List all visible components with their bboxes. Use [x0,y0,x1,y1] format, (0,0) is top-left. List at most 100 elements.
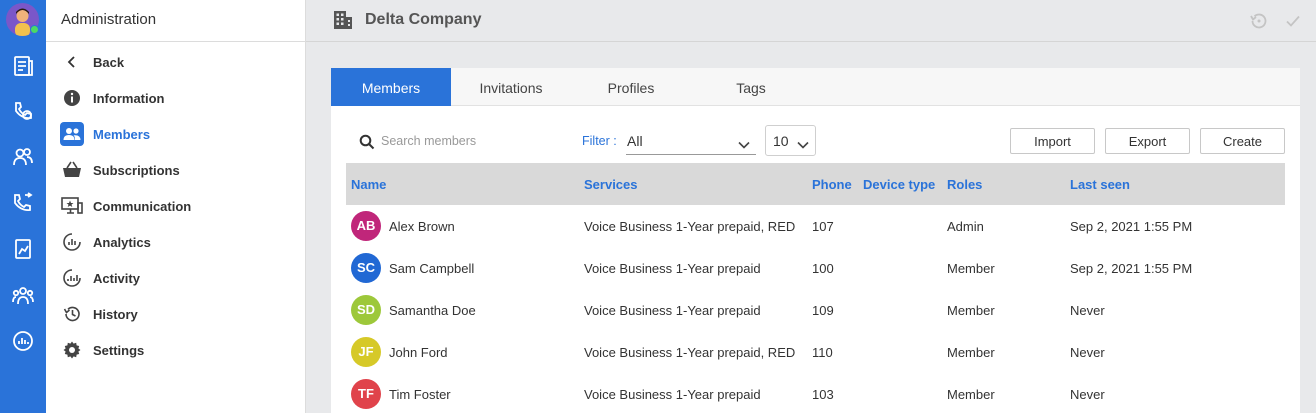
sidebar-item-activity[interactable]: Activity [60,265,300,291]
members-panel: Members Invitations Profiles Tags Filter… [331,68,1300,413]
gear-icon [60,338,84,362]
sidebar-item-label: Members [93,126,151,142]
news-icon[interactable] [11,54,35,78]
column-header-device-type[interactable]: Device type [863,177,935,192]
member-services: Voice Business 1-Year prepaid [584,261,761,276]
member-phone: 109 [812,303,834,318]
member-services: Voice Business 1-Year prepaid [584,303,761,318]
member-last-seen: Never [1070,345,1105,360]
column-header-services[interactable]: Services [584,177,638,192]
member-services: Voice Business 1-Year prepaid, RED [584,345,796,360]
member-role: Admin [947,219,984,234]
sidebar-item-communication[interactable]: Communication [60,193,300,219]
sidebar-item-label: Subscriptions [93,162,180,178]
tab-profiles[interactable]: Profiles [571,68,691,106]
member-role: Member [947,261,995,276]
create-button[interactable]: Create [1200,128,1285,154]
search-input[interactable] [381,130,561,152]
building-icon [332,9,354,31]
sidebar-item-label: Communication [93,198,192,214]
sidebar-item-label: History [93,306,138,322]
member-role: Member [947,345,995,360]
filter-select[interactable]: All [626,126,756,155]
sidebar-item-label: Information [93,90,165,106]
column-header-phone[interactable]: Phone [812,177,852,192]
report-icon[interactable] [11,237,35,261]
member-name: Tim Foster [389,387,451,402]
users-icon[interactable] [11,145,35,169]
page-size-value: 10 [773,133,789,149]
sidebar-item-analytics[interactable]: Analytics [60,229,300,255]
sidebar-item-members[interactable]: Members [60,121,300,147]
monitor-star-icon [60,194,84,218]
member-name: Alex Brown [389,219,455,234]
page-header: Delta Company [306,0,1316,42]
table-row[interactable]: SD Samantha Doe Voice Business 1-Year prep… [346,289,1285,331]
sidebar-item-label: Back [93,54,125,70]
filter-label: Filter : [582,134,617,148]
analytics-icon [60,230,84,254]
tab-invitations[interactable]: Invitations [451,68,571,106]
sidebar-item-history[interactable]: History [60,301,300,327]
member-last-seen: Never [1070,387,1105,402]
table-row[interactable]: JF John Ford Voice Business 1-Year prepaid… [346,331,1285,373]
member-name: Samantha Doe [389,303,476,318]
column-header-name[interactable]: Name [351,177,386,192]
tab-bar: Members Invitations Profiles Tags [331,68,1300,106]
member-last-seen: Never [1070,303,1105,318]
member-avatar: JF [351,337,381,367]
info-icon [60,86,84,110]
page-title: Delta Company [365,11,482,28]
tab-members[interactable]: Members [331,68,451,106]
table-row[interactable]: AB Alex Brown Voice Business 1-Year prepai… [346,205,1285,247]
app-rail [0,0,46,413]
column-header-last-seen[interactable]: Last seen [1070,177,1130,192]
member-role: Member [947,303,995,318]
member-name: Sam Campbell [389,261,475,276]
chevron-down-icon [738,136,750,152]
team-icon[interactable] [11,284,35,308]
sidebar-item-label: Activity [93,270,140,286]
phone-gauge-icon[interactable] [11,99,35,123]
member-last-seen: Sep 2, 2021 1:55 PM [1070,219,1193,234]
tab-tags[interactable]: Tags [691,68,811,106]
call-transfer-icon[interactable] [11,191,35,215]
column-header-roles[interactable]: Roles [947,177,982,192]
member-avatar: AB [351,211,381,241]
sidebar-item-back[interactable]: Back [60,49,300,75]
check-icon[interactable] [1282,10,1304,32]
table-row[interactable]: TF Tim Foster Voice Business 1-Year prepai… [346,373,1285,413]
member-avatar: SD [351,295,381,325]
sidebar-title: Administration [46,0,305,42]
members-icon [60,122,84,146]
sidebar-item-settings[interactable]: Settings [60,337,300,363]
sidebar-item-label: Analytics [93,234,151,250]
sidebar-item-subscriptions[interactable]: Subscriptions [60,157,300,183]
page-size-select[interactable]: 10 [765,125,816,156]
chevron-left-icon [60,50,84,74]
member-name: John Ford [389,345,448,360]
member-phone: 107 [812,219,834,234]
admin-sidebar: Administration Back Information Members … [46,0,306,413]
analytics-rail-icon[interactable] [11,329,35,353]
presence-dot [30,25,39,34]
member-phone: 100 [812,261,834,276]
member-last-seen: Sep 2, 2021 1:55 PM [1070,261,1193,276]
chevron-down-icon [797,136,809,152]
history-icon [60,302,84,326]
member-avatar: TF [351,379,381,409]
sidebar-item-label: Settings [93,342,145,358]
member-phone: 103 [812,387,834,402]
table-header: Name Services Phone Device type Roles La… [346,163,1285,205]
member-phone: 110 [812,345,833,360]
import-button[interactable]: Import [1010,128,1095,154]
export-button[interactable]: Export [1105,128,1190,154]
member-avatar: SC [351,253,381,283]
sidebar-item-information[interactable]: Information [60,85,300,111]
member-role: Member [947,387,995,402]
restore-icon[interactable] [1248,10,1270,32]
basket-icon [60,158,84,182]
table-row[interactable]: SC Sam Campbell Voice Business 1-Year prep… [346,247,1285,289]
filter-value: All [627,133,643,149]
search-icon [359,134,375,150]
